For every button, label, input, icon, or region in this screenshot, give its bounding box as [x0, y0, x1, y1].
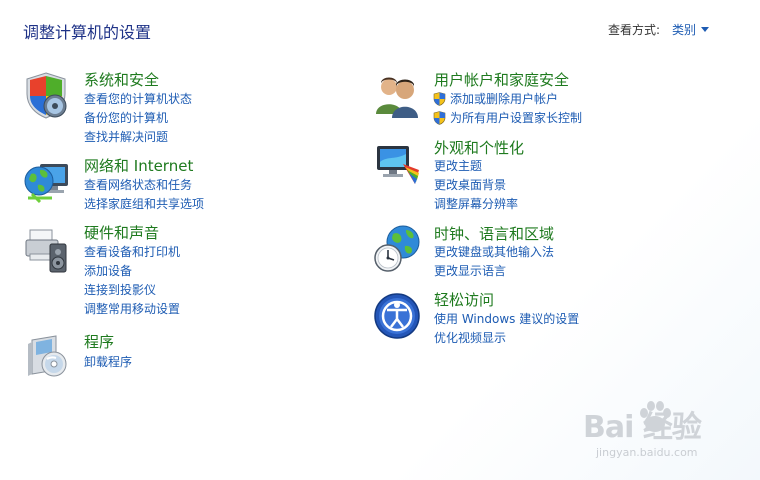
link-troubleshoot[interactable]: 查找并解决问题: [84, 130, 168, 145]
uac-shield-icon: [433, 111, 446, 125]
category-programs[interactable]: 程序: [84, 333, 114, 351]
category-network-internet[interactable]: 网络和 Internet: [84, 157, 193, 175]
link-mobility-settings[interactable]: 调整常用移动设置: [84, 302, 180, 317]
hardware-sound-icon[interactable]: [22, 226, 72, 276]
link-desktop-background[interactable]: 更改桌面背景: [434, 178, 506, 193]
category-ease-of-access[interactable]: 轻松访问: [434, 291, 494, 309]
category-user-accounts[interactable]: 用户帐户和家庭安全: [434, 71, 569, 89]
dropdown-arrow-icon: [701, 27, 710, 32]
link-add-device[interactable]: 添加设备: [84, 264, 132, 279]
view-by-value: 类别: [672, 23, 697, 37]
link-optimize-visual-display[interactable]: 优化视频显示: [434, 331, 506, 346]
watermark-url: jingyan.baidu.com: [596, 446, 698, 459]
link-view-network-status[interactable]: 查看网络状态和任务: [84, 178, 192, 193]
link-screen-resolution[interactable]: 调整屏幕分辨率: [434, 197, 518, 212]
system-security-icon[interactable]: [22, 70, 72, 120]
category-appearance[interactable]: 外观和个性化: [434, 139, 524, 157]
clock-language-region-icon[interactable]: [373, 224, 423, 274]
programs-icon[interactable]: [22, 330, 72, 380]
view-by-label: 查看方式:: [608, 23, 661, 37]
category-clock-language-region[interactable]: 时钟、语言和区域: [434, 225, 554, 243]
network-internet-icon[interactable]: [22, 158, 72, 208]
link-windows-recommended-settings[interactable]: 使用 Windows 建议的设置: [434, 312, 579, 327]
link-devices-printers[interactable]: 查看设备和打印机: [84, 245, 180, 260]
baidu-paw-icon: [640, 401, 671, 432]
page-title: 调整计算机的设置: [23, 23, 152, 42]
link-add-remove-accounts[interactable]: 添加或删除用户帐户: [450, 92, 558, 107]
link-connect-projector[interactable]: 连接到投影仪: [84, 283, 156, 298]
link-uninstall-program[interactable]: 卸载程序: [84, 355, 132, 370]
link-view-computer-status[interactable]: 查看您的计算机状态: [84, 92, 192, 107]
category-hardware-sound[interactable]: 硬件和声音: [84, 224, 159, 242]
link-parental-controls[interactable]: 为所有用户设置家长控制: [450, 111, 582, 126]
uac-shield-icon: [433, 92, 446, 106]
link-change-theme[interactable]: 更改主题: [434, 159, 482, 174]
ease-of-access-icon[interactable]: [373, 292, 423, 342]
user-accounts-icon[interactable]: [373, 70, 423, 120]
link-homegroup-sharing[interactable]: 选择家庭组和共享选项: [84, 197, 204, 212]
link-change-display-language[interactable]: 更改显示语言: [434, 264, 506, 279]
category-system-security[interactable]: 系统和安全: [84, 71, 159, 89]
appearance-icon[interactable]: [373, 140, 423, 190]
link-change-input-method[interactable]: 更改键盘或其他输入法: [434, 245, 554, 260]
view-by-dropdown[interactable]: 类别: [672, 21, 710, 38]
link-backup-computer[interactable]: 备份您的计算机: [84, 111, 168, 126]
